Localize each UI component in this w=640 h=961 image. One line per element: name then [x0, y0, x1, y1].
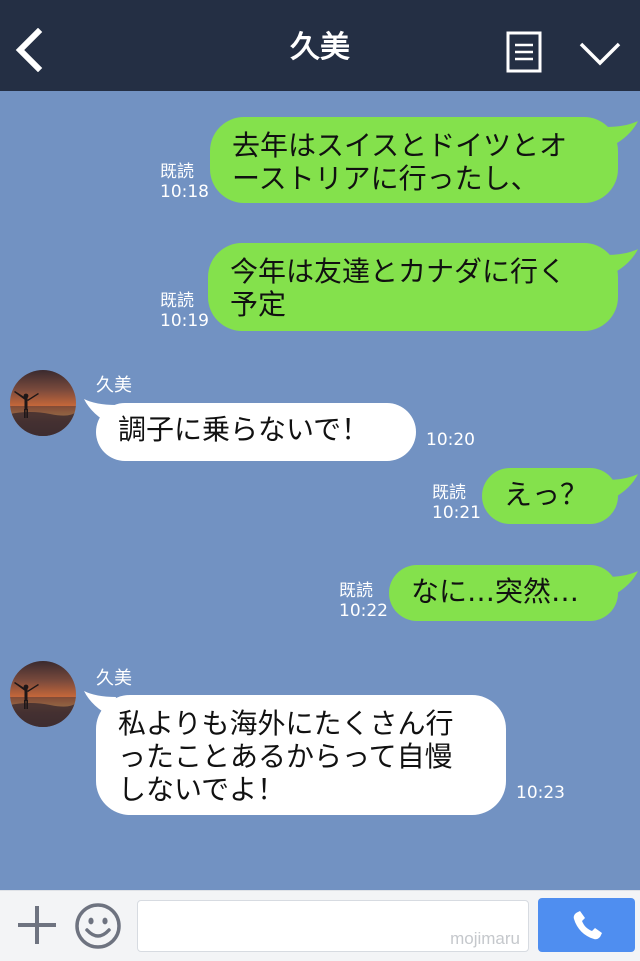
read-receipt: 既読 10:18: [160, 162, 209, 202]
timestamp: 10:20: [426, 430, 475, 450]
timestamp: 10:22: [339, 601, 388, 621]
call-button[interactable]: [538, 898, 635, 952]
avatar[interactable]: [10, 661, 76, 727]
sender-name: 久美: [96, 668, 132, 689]
smiley-icon[interactable]: [74, 902, 122, 950]
read-label: 既読: [432, 483, 466, 503]
timestamp: 10:18: [160, 182, 209, 202]
message-bubble-received[interactable]: 調子に乗らないで！: [96, 403, 416, 461]
input-bar: [0, 890, 640, 961]
message-bubble-received[interactable]: 私よりも海外にたくさん行 ったことあるからって自慢 しないでよ！: [96, 695, 506, 815]
message-bubble-sent[interactable]: 去年はスイスとドイツとオ ーストリアに行ったし、: [210, 117, 618, 203]
read-label: 既読: [160, 291, 194, 311]
avatar[interactable]: [10, 370, 76, 436]
timestamp: 10:21: [432, 503, 481, 523]
plus-icon[interactable]: [16, 904, 58, 946]
chat-title: 久美: [290, 30, 350, 65]
read-receipt: 既読 10:19: [160, 291, 209, 331]
avatar-image: [10, 682, 76, 727]
timestamp: 10:23: [516, 783, 565, 803]
timestamp: 10:19: [160, 311, 209, 331]
phone-icon: [573, 911, 602, 940]
read-receipt: 既読 10:21: [432, 483, 481, 523]
message-input[interactable]: [137, 900, 529, 952]
read-label: 既読: [160, 162, 194, 182]
message-bubble-sent[interactable]: 今年は友達とカナダに行く 予定: [208, 243, 618, 331]
message-bubble-sent[interactable]: えっ？: [482, 468, 618, 524]
message-area[interactable]: 既読 10:18 去年はスイスとドイツとオ ーストリアに行ったし、 既読 10:…: [0, 91, 640, 890]
chat-header: 久美: [0, 0, 640, 91]
chevron-left-icon[interactable]: [14, 28, 46, 72]
menu-icon[interactable]: [506, 31, 542, 73]
read-receipt: 既読 10:22: [339, 581, 388, 621]
chevron-down-icon[interactable]: [578, 38, 622, 68]
message-bubble-sent[interactable]: なに…突然…: [389, 565, 618, 621]
avatar-image: [10, 391, 76, 436]
read-label: 既読: [339, 581, 373, 601]
sender-name: 久美: [96, 375, 132, 396]
